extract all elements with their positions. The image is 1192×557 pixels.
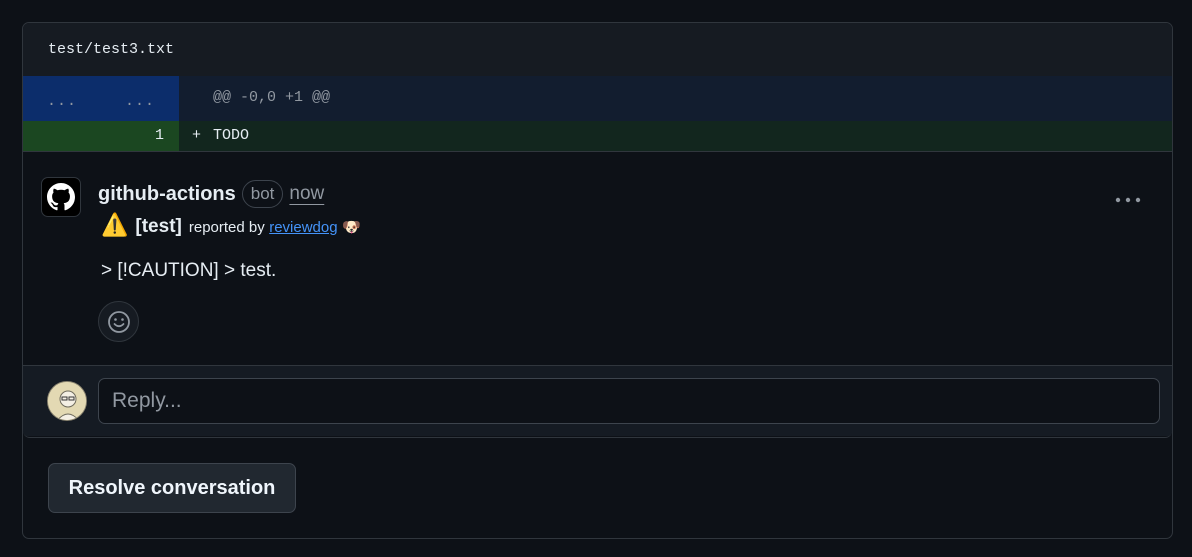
user-avatar-icon [48, 382, 86, 420]
reply-input[interactable] [98, 378, 1160, 424]
hunk-left-number[interactable]: ... [23, 76, 101, 121]
timestamp[interactable]: now [289, 183, 324, 205]
diff-sign: + [192, 127, 202, 144]
review-comment: github-actions bot now ⚠️ [test] reporte… [23, 152, 1172, 366]
new-line-number[interactable]: 1 [101, 121, 179, 151]
review-thread: test/test3.txt ... ... @@ -0,0 +1 @@ 1 +… [22, 22, 1173, 539]
reported-by-text: reported by [188, 219, 265, 236]
thread-container: test/test3.txt ... ... @@ -0,0 +1 @@ 1 +… [23, 23, 1172, 438]
added-line-code: + TODO [179, 121, 1172, 151]
github-mark-icon [47, 183, 75, 211]
resolve-conversation-button[interactable]: Resolve conversation [48, 463, 296, 513]
bot-badge: bot [241, 180, 284, 208]
hunk-header: @@ -0,0 +1 @@ [213, 89, 331, 106]
smiley-icon [107, 310, 130, 333]
reply-area [23, 366, 1172, 436]
add-reaction-button[interactable] [98, 301, 139, 342]
author-name[interactable]: github-actions [98, 183, 236, 206]
more-options-button[interactable] [1114, 184, 1142, 210]
added-line-text: TODO [213, 127, 250, 144]
kebab-horizontal-icon [1115, 197, 1141, 203]
hunk-right-number[interactable]: ... [101, 76, 179, 121]
old-line-number [23, 121, 101, 151]
current-user-avatar[interactable] [47, 381, 87, 421]
comment-header: github-actions bot now [98, 180, 324, 208]
reported-by-group: reported by reviewdog 🐶 [189, 218, 361, 237]
file-path[interactable]: test/test3.txt [48, 41, 174, 58]
diff-added-line: 1 + TODO [23, 121, 1172, 152]
diff-hunk-row: ... ... @@ -0,0 +1 @@ [23, 76, 1172, 121]
comment-message: > [!CAUTION] > test. [101, 260, 277, 281]
rule-tag: [test] [135, 216, 182, 237]
avatar[interactable] [41, 177, 81, 217]
reviewdog-link[interactable]: reviewdog [269, 219, 337, 236]
warning-icon: ⚠️ [101, 212, 129, 237]
comment-title-line: ⚠️ [test] reported by reviewdog 🐶 [101, 212, 361, 238]
file-path-header[interactable]: test/test3.txt [23, 23, 1172, 76]
dog-icon: 🐶 [342, 219, 361, 236]
